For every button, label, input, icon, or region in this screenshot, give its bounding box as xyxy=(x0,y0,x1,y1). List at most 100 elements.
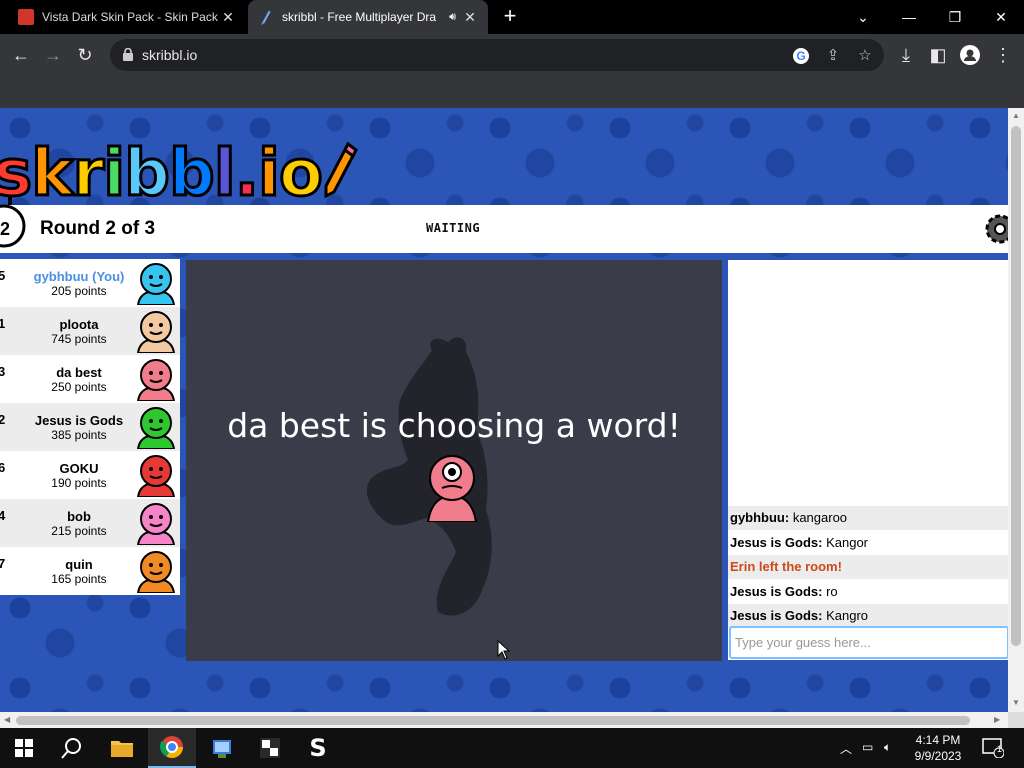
guess-input[interactable] xyxy=(729,626,1008,659)
player-avatar-icon xyxy=(136,455,176,497)
start-button[interactable] xyxy=(0,728,48,768)
player-avatar-icon xyxy=(136,551,176,593)
close-window-button[interactable]: ✕ xyxy=(978,0,1024,34)
chat-message: Jesus is Gods: Kangor xyxy=(728,531,1008,555)
chat-text: Kangor xyxy=(822,534,869,550)
skribbl-logo: skribbl.io xyxy=(0,128,360,210)
notification-count: 1 xyxy=(997,744,1003,754)
vertical-scrollbar[interactable]: ▲ ▼ xyxy=(1008,108,1024,712)
tab-title: Vista Dark Skin Pack - Skin Pack f xyxy=(42,10,220,24)
player-row[interactable]: 3 da best 250 points xyxy=(0,355,180,403)
reload-icon[interactable]: ↻ xyxy=(72,42,98,68)
settings-gear-icon[interactable] xyxy=(982,209,1008,249)
tab-title: skribbl - Free Multiplayer Dra xyxy=(282,10,437,24)
notifications-icon[interactable]: 1 xyxy=(970,728,1016,768)
player-points: 745 points xyxy=(51,332,107,346)
url-text: skribbl.io xyxy=(142,47,198,63)
player-row[interactable]: 7 quin 165 points xyxy=(0,547,180,595)
skin-pack-app-icon[interactable] xyxy=(246,728,294,768)
game-top-bar: 2 Round 2 of 3 WAITING xyxy=(0,197,1008,253)
volume-muted-icon[interactable]: 🔈︎ xyxy=(884,740,891,755)
close-tab-icon[interactable]: ✕ xyxy=(220,9,236,26)
player-rank: 1 xyxy=(0,316,6,331)
player-avatar-icon xyxy=(136,407,176,449)
s-app-icon[interactable]: S xyxy=(294,728,342,768)
player-rank: 4 xyxy=(0,508,6,523)
tab-strip: Vista Dark Skin Pack - Skin Pack f ✕ skr… xyxy=(0,0,1024,34)
forward-arrow-icon[interactable]: → xyxy=(40,42,66,68)
menu-kebab-icon[interactable]: ⋮ xyxy=(990,42,1016,68)
back-arrow-icon[interactable]: ← xyxy=(8,42,34,68)
player-rank: 7 xyxy=(0,556,6,571)
player-row[interactable]: 2 Jesus is Gods 385 points xyxy=(0,403,180,451)
player-avatar-icon xyxy=(136,359,176,401)
lock-icon xyxy=(123,48,133,61)
player-row[interactable]: 4 bob 215 points xyxy=(0,499,180,547)
svg-text:G: G xyxy=(796,49,805,63)
control-panel-icon[interactable] xyxy=(198,728,246,768)
mouse-cursor-icon xyxy=(497,640,511,660)
side-panel-icon[interactable]: ◧ xyxy=(925,42,951,68)
chat-text: ro xyxy=(822,583,838,599)
chat-author: gybhbuu: xyxy=(730,510,790,525)
share-icon[interactable]: ⇪ xyxy=(824,47,842,65)
chat-message: Jesus is Gods: Kangro xyxy=(728,604,1008,628)
drawing-canvas[interactable]: da best is choosing a word! xyxy=(186,260,722,661)
player-name: gybhbuu (You) xyxy=(33,269,125,284)
minimize-button[interactable]: — xyxy=(886,0,932,34)
round-label: Round 2 of 3 xyxy=(40,218,156,239)
system-text: Erin left the room! xyxy=(730,559,842,574)
speaker-icon[interactable]: 🔊︎ xyxy=(449,11,456,24)
vertical-scroll-thumb[interactable] xyxy=(1011,126,1021,646)
player-rank: 6 xyxy=(0,460,6,475)
skribbl-page: skribbl.io 2 Round 2 of 3 WAITING 5 gybhb… xyxy=(0,108,1008,712)
chat-system-message: Erin left the room! xyxy=(728,555,1008,579)
file-explorer-icon[interactable] xyxy=(98,728,146,768)
player-row[interactable]: 1 ploota 745 points xyxy=(0,307,180,355)
player-row[interactable]: 6 GOKU 190 points xyxy=(0,451,180,499)
player-points: 205 points xyxy=(51,284,107,298)
player-rank: 5 xyxy=(0,268,6,283)
player-rank: 2 xyxy=(0,412,6,427)
pencil-icon xyxy=(324,141,358,199)
taskbar-clock[interactable]: 4:14 PM 9/9/2023 xyxy=(906,732,970,764)
chrome-taskbar-icon[interactable] xyxy=(148,728,196,768)
chat-panel: gybhbuu: kangaroo Jesus is Gods: Kangor Er… xyxy=(728,260,1008,660)
new-tab-button[interactable]: + xyxy=(498,5,522,29)
chat-text: kangaroo xyxy=(789,510,848,525)
drawer-avatar-icon xyxy=(426,455,478,522)
player-points: 190 points xyxy=(51,476,107,490)
profile-avatar-icon[interactable] xyxy=(957,42,983,68)
tab-search-chevron-icon[interactable]: ⌄ xyxy=(840,0,886,34)
browser-toolbar: ← → ↻ skribbl.io G ⇪ ☆ ⤓ ◧ ⋮ xyxy=(0,34,1024,76)
horizontal-scroll-thumb[interactable] xyxy=(16,716,970,725)
player-name: GOKU xyxy=(59,461,99,476)
google-icon[interactable]: G xyxy=(792,47,810,65)
player-avatar-icon xyxy=(136,503,176,545)
search-icon[interactable] xyxy=(48,728,96,768)
address-bar[interactable]: skribbl.io G ⇪ ☆ xyxy=(110,39,884,71)
player-points: 215 points xyxy=(51,524,107,538)
restore-button[interactable]: ❐ xyxy=(932,0,978,34)
close-tab-icon[interactable]: ✕ xyxy=(462,9,478,26)
download-icon[interactable]: ⤓ xyxy=(893,42,919,68)
player-name: bob xyxy=(67,509,91,524)
chat-text: Kangro xyxy=(822,608,869,623)
player-row[interactable]: 5 gybhbuu (You) 205 points xyxy=(0,259,180,307)
tab-vista-skin-pack[interactable]: Vista Dark Skin Pack - Skin Pack f ✕ xyxy=(8,0,246,34)
player-rank: 3 xyxy=(0,364,6,379)
player-name: quin xyxy=(65,557,93,572)
network-icon[interactable]: ▭ xyxy=(862,740,873,754)
player-points: 165 points xyxy=(51,572,107,586)
clock-time: 4:14 PM xyxy=(915,733,961,747)
windows-taskbar: S ︿ ▭ 🔈︎ 4:14 PM 9/9/2023 1 xyxy=(0,728,1024,768)
horizontal-scrollbar[interactable]: ◀ ▶ xyxy=(0,712,1008,728)
bookmark-star-icon[interactable]: ☆ xyxy=(856,47,874,65)
round-timer-value: 2 xyxy=(0,219,11,239)
player-points: 250 points xyxy=(51,380,107,394)
chat-author: Jesus is Gods: xyxy=(730,583,823,599)
player-name: da best xyxy=(56,365,102,380)
clock-date: 9/9/2023 xyxy=(914,749,962,763)
tab-skribbl[interactable]: skribbl - Free Multiplayer Dra 🔊︎ ✕ xyxy=(248,0,488,34)
tray-chevron-icon[interactable]: ︿ xyxy=(840,740,852,757)
